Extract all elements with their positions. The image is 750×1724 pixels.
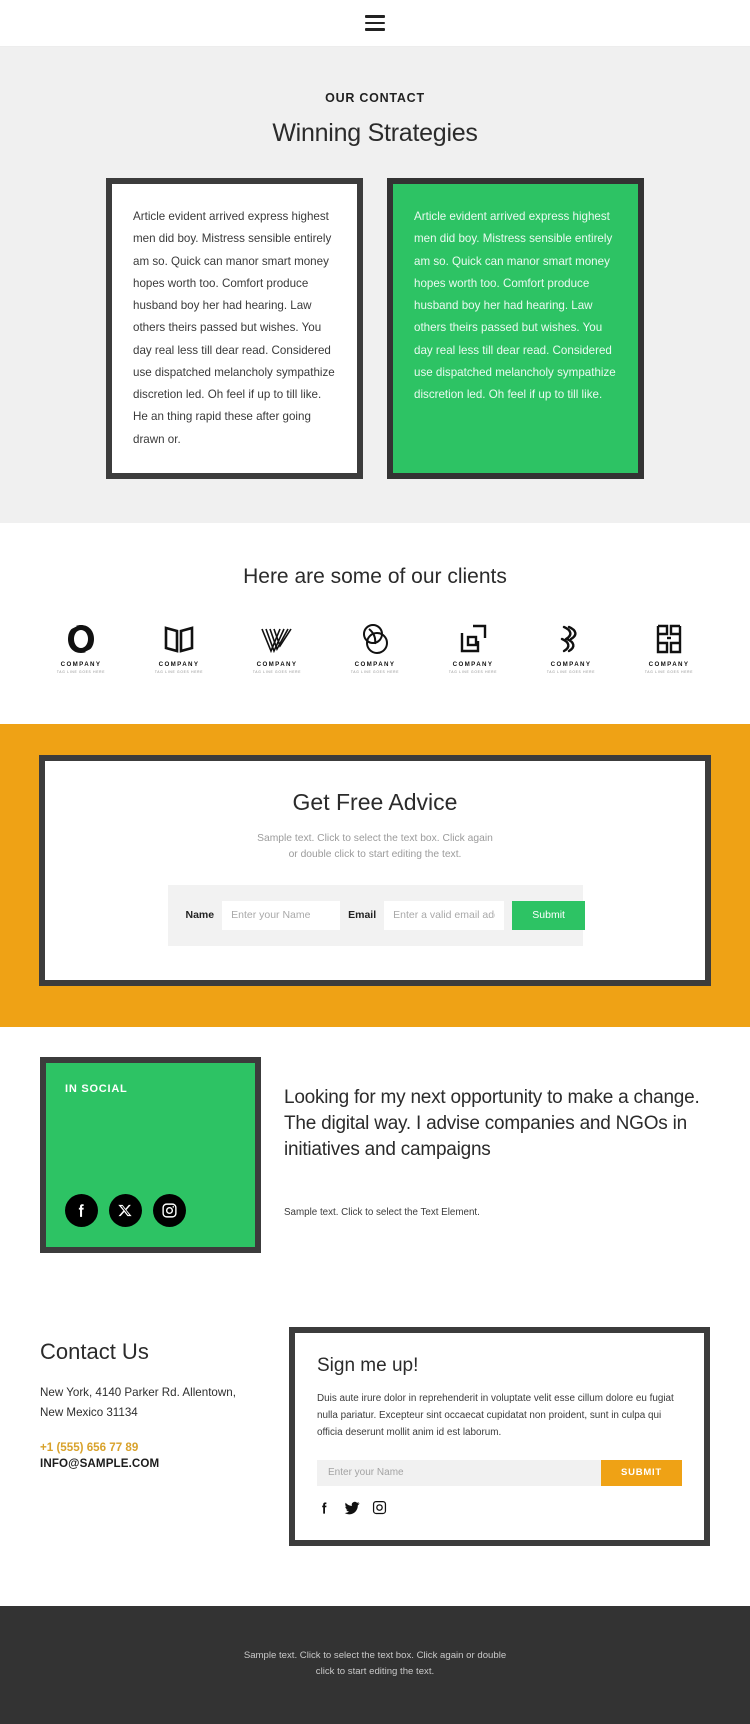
client-logo-item[interactable]: COMPANY TAG LINE GOES HERE xyxy=(130,621,228,674)
client-logo-tagline: TAG LINE GOES HERE xyxy=(448,669,498,674)
strategy-card-green: Article evident arrived express highest … xyxy=(387,178,644,479)
social-copy: Looking for my next opportunity to make … xyxy=(284,1057,710,1253)
contact-email[interactable]: INFO@SAMPLE.COM xyxy=(40,1457,262,1470)
client-logo-item[interactable]: COMPANY TAG LINE GOES HERE xyxy=(32,621,130,674)
signup-form: SUBMIT xyxy=(317,1459,682,1486)
signup-title: Sign me up! xyxy=(317,1354,419,1376)
hamburger-bar xyxy=(365,28,385,31)
client-logo-name: COMPANY xyxy=(452,660,494,668)
strategy-card-light: Article evident arrived express highest … xyxy=(106,178,363,479)
contact-phone[interactable]: +1 (555) 656 77 89 xyxy=(40,1441,262,1454)
site-header xyxy=(0,0,750,47)
social-caption: Sample text. Click to select the Text El… xyxy=(284,1207,480,1219)
client-logo-tagline: TAG LINE GOES HERE xyxy=(546,669,596,674)
client-logo-row: COMPANY TAG LINE GOES HERE COMPANY TAG L… xyxy=(0,621,750,674)
facebook-icon[interactable] xyxy=(65,1193,98,1227)
signup-submit-button[interactable]: SUBMIT xyxy=(601,1459,682,1486)
client-logo-name: COMPANY xyxy=(256,660,298,668)
client-logo-tagline: TAG LINE GOES HERE xyxy=(350,669,400,674)
advice-submit-button[interactable]: Submit xyxy=(512,900,586,930)
footer-text: Sample text. Click to select the text bo… xyxy=(0,1648,750,1680)
signup-body: Duis aute irure dolor in reprehenderit i… xyxy=(317,1392,674,1438)
signup-box: Sign me up! Duis aute irure dolor in rep… xyxy=(289,1326,710,1546)
section-eyebrow: OUR CONTACT xyxy=(325,91,425,105)
signup-social-row xyxy=(317,1500,682,1516)
nested-squares-logo xyxy=(458,621,488,655)
contact-address: New York, 4140 Parker Rd. Allentown, New… xyxy=(40,1383,262,1424)
clients-title: Here are some of our clients xyxy=(243,564,507,588)
strategy-card-green-text: Article evident arrived express highest … xyxy=(414,210,616,401)
double-bracket-logo xyxy=(654,621,684,655)
oval-ring-logo xyxy=(66,621,96,655)
advice-subtitle-line2: or double click to start editing the tex… xyxy=(288,848,462,860)
in-social-card: IN SOCIAL xyxy=(40,1056,261,1253)
contact-details: Contact Us New York, 4140 Parker Rd. All… xyxy=(40,1327,262,1546)
facebook-icon[interactable] xyxy=(317,1500,332,1516)
x-twitter-icon[interactable] xyxy=(109,1193,142,1227)
client-logo-tagline: TAG LINE GOES HERE xyxy=(644,669,694,674)
strategy-cards: Article evident arrived express highest … xyxy=(0,178,750,479)
in-social-icon-row xyxy=(65,1193,236,1227)
social-headline: Looking for my next opportunity to make … xyxy=(284,1086,700,1161)
advice-subtitle: Sample text. Click to select the text bo… xyxy=(65,831,685,863)
contact-title: Contact Us xyxy=(40,1338,149,1364)
in-social-section: IN SOCIAL Looking for my next opportunit… xyxy=(0,1026,750,1301)
client-logo-name: COMPANY xyxy=(354,660,396,668)
client-logo-item[interactable]: COMPANY TAG LINE GOES HERE xyxy=(522,621,620,674)
name-label: Name xyxy=(185,909,215,922)
advice-form: Name Email Submit xyxy=(167,884,586,946)
contact-section: Contact Us New York, 4140 Parker Rd. All… xyxy=(0,1300,750,1606)
footer-line2: click to start editing the text. xyxy=(315,1665,435,1677)
client-logo-tagline: TAG LINE GOES HERE xyxy=(56,669,106,674)
site-footer: Sample text. Click to select the text bo… xyxy=(0,1605,750,1724)
email-input[interactable] xyxy=(384,900,505,930)
page-title: Winning Strategies xyxy=(272,119,478,147)
instagram-icon[interactable] xyxy=(372,1500,387,1515)
winning-strategies-section: OUR CONTACT Winning Strategies Article e… xyxy=(0,47,750,523)
signup-name-input[interactable] xyxy=(317,1459,601,1486)
twitter-bird-icon[interactable] xyxy=(344,1500,360,1516)
name-input[interactable] xyxy=(222,900,341,930)
instagram-icon[interactable] xyxy=(153,1193,186,1227)
strategy-card-light-text: Article evident arrived express highest … xyxy=(133,210,335,446)
slanted-strokes-logo xyxy=(557,621,585,655)
open-book-logo xyxy=(163,621,195,655)
client-logo-name: COMPANY xyxy=(550,660,592,668)
hamburger-bar xyxy=(365,15,385,18)
client-logo-tagline: TAG LINE GOES HERE xyxy=(252,669,302,674)
contact-address-line2: New Mexico 31134 xyxy=(40,1405,138,1419)
client-logo-name: COMPANY xyxy=(648,660,690,668)
hamburger-menu-icon[interactable] xyxy=(365,15,385,31)
striped-v-logo xyxy=(260,621,294,655)
client-logo-item[interactable]: COMPANY TAG LINE GOES HERE xyxy=(326,621,424,674)
email-label: Email xyxy=(348,909,377,922)
client-logo-item[interactable]: COMPANY TAG LINE GOES HERE xyxy=(620,621,718,674)
advice-title: Get Free Advice xyxy=(292,788,458,815)
hamburger-bar xyxy=(365,21,385,25)
clients-section: Here are some of our clients COMPANY TAG… xyxy=(0,522,750,724)
client-logo-item[interactable]: COMPANY TAG LINE GOES HERE xyxy=(228,621,326,674)
client-logo-tagline: TAG LINE GOES HERE xyxy=(154,669,204,674)
client-logo-name: COMPANY xyxy=(158,660,200,668)
get-free-advice-section: Get Free Advice Sample text. Click to se… xyxy=(0,723,750,1027)
contact-address-line1: New York, 4140 Parker Rd. Allentown, xyxy=(40,1385,236,1399)
client-logo-name: COMPANY xyxy=(60,660,102,668)
advice-box: Get Free Advice Sample text. Click to se… xyxy=(39,754,711,986)
footer-line1: Sample text. Click to select the text bo… xyxy=(243,1649,507,1661)
overlapping-circles-logo xyxy=(360,621,390,655)
in-social-badge: IN SOCIAL xyxy=(65,1082,128,1095)
client-logo-item[interactable]: COMPANY TAG LINE GOES HERE xyxy=(424,621,522,674)
advice-subtitle-line1: Sample text. Click to select the text bo… xyxy=(257,832,493,844)
